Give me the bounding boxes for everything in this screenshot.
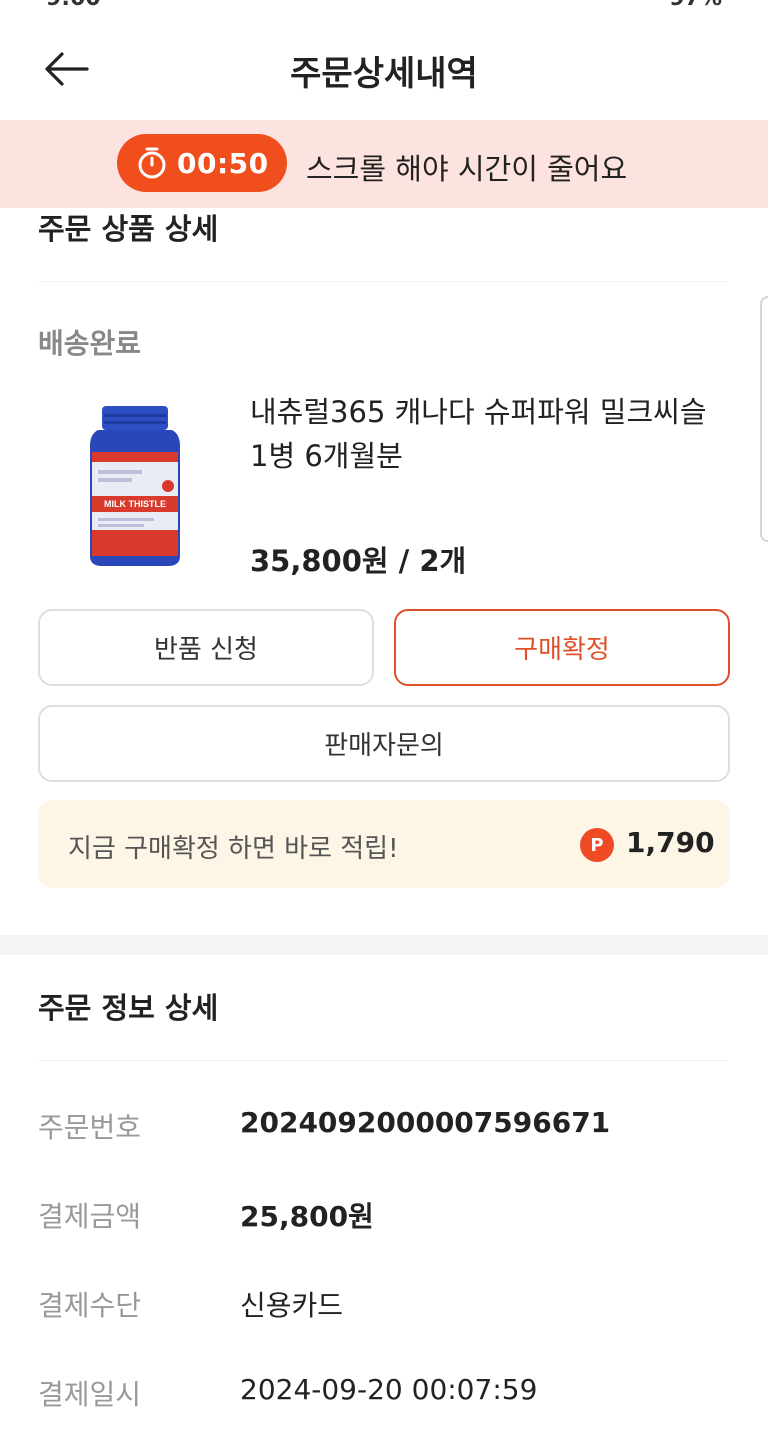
payment-amount-label: 결제금액 xyxy=(38,1200,142,1233)
payment-method-label: 결제수단 xyxy=(38,1289,142,1322)
order-number-value: 2024092000007596671 xyxy=(240,1106,611,1139)
timer-message: 스크롤 해야 시간이 줄어요 xyxy=(306,152,628,186)
product-name[interactable]: 내츄럴365 캐나다 슈퍼파워 밀크씨슬 1병 6개월분 xyxy=(250,390,730,478)
timer-pill: 00:50 xyxy=(117,134,287,192)
payment-date-value: 2024-09-20 00:07:59 xyxy=(240,1373,538,1406)
stopwatch-icon xyxy=(138,147,166,179)
points-value: 1,790 xyxy=(626,826,715,859)
points-reward-box: 지금 구매확정 하면 바로 적립! P 1,790 xyxy=(38,800,730,888)
product-image-label: MILK THISTLE xyxy=(104,499,166,509)
payment-date-label: 결제일시 xyxy=(38,1378,142,1411)
points-icon: P xyxy=(580,828,614,862)
seller-inquiry-button[interactable]: 판매자문의 xyxy=(38,705,730,782)
scroll-indicator[interactable] xyxy=(760,296,768,542)
divider xyxy=(38,281,728,282)
section-separator xyxy=(0,935,768,955)
page-title: 주문상세내역 xyxy=(290,54,478,94)
timer-banner: 00:50 스크롤 해야 시간이 줄어요 xyxy=(0,120,768,208)
return-request-button[interactable]: 반품 신청 xyxy=(38,609,374,686)
product-price-qty: 35,800원 / 2개 xyxy=(250,544,467,578)
divider xyxy=(38,1060,728,1061)
purchase-confirm-button[interactable]: 구매확정 xyxy=(394,609,730,686)
status-time: 9:00 xyxy=(46,0,101,10)
order-items-title: 주문 상품 상세 xyxy=(38,212,219,246)
order-info-title: 주문 정보 상세 xyxy=(38,991,219,1025)
product-image[interactable]: MILK THISTLE xyxy=(80,400,190,572)
product-bottle-illustration: MILK THISTLE xyxy=(90,406,180,566)
delivery-status: 배송완료 xyxy=(38,327,142,360)
status-bar: 9:00 97% xyxy=(0,0,768,10)
status-battery: 97% xyxy=(669,0,722,10)
points-message: 지금 구매확정 하면 바로 적립! xyxy=(68,834,399,864)
payment-method-value: 신용카드 xyxy=(240,1289,344,1322)
app-header: 주문상세내역 xyxy=(0,18,768,118)
order-number-label: 주문번호 xyxy=(38,1111,142,1144)
payment-amount-value: 25,800원 xyxy=(240,1200,374,1233)
timer-value: 00:50 xyxy=(177,146,269,180)
